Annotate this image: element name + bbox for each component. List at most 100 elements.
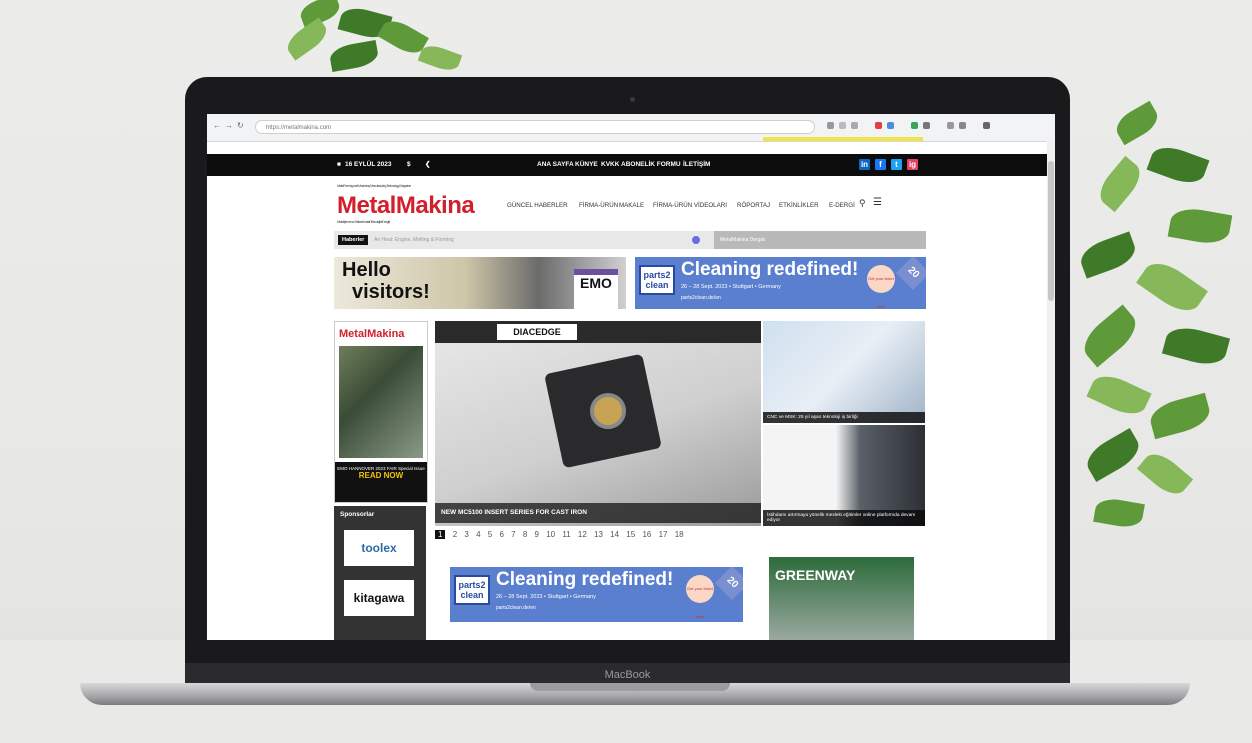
menu-edergi[interactable]: E-DERGİ bbox=[829, 202, 855, 209]
banner-url: parts2clean.de/en bbox=[496, 605, 536, 611]
facebook-icon[interactable]: f bbox=[875, 159, 886, 170]
extension-icon[interactable] bbox=[851, 122, 858, 129]
currency-symbol[interactable]: $ bbox=[407, 154, 411, 176]
toplink-kvkk[interactable]: KVKK bbox=[601, 154, 619, 176]
emo-banner[interactable]: Hello visitors! EMO bbox=[334, 257, 626, 309]
hero-header bbox=[435, 321, 761, 343]
parts2clean-banner-top[interactable]: parts2 clean Cleaning redefined! 26 – 28… bbox=[635, 257, 926, 309]
toplink-home[interactable]: ANA SAYFA bbox=[537, 154, 574, 176]
page-link[interactable]: 6 bbox=[499, 530, 503, 539]
page-link[interactable]: 15 bbox=[626, 530, 635, 539]
page-scrollbar[interactable] bbox=[1047, 141, 1055, 640]
reload-icon[interactable]: ↻ bbox=[237, 121, 244, 130]
ticker-dot-icon[interactable] bbox=[692, 236, 700, 244]
side-news-caption: CNC ve MSK: 25 yıl aşan teknoloji iş bir… bbox=[763, 412, 925, 423]
logo-tagline: Metal Forming and Machinery Manufacturin… bbox=[337, 184, 411, 188]
address-bar[interactable]: https://metalmakina.com bbox=[255, 120, 815, 134]
menu-current-news[interactable]: GÜNCEL HABERLER bbox=[507, 202, 568, 209]
extension-icon[interactable] bbox=[887, 122, 894, 129]
anniversary-badge: 20 bbox=[715, 567, 743, 600]
page-link[interactable]: 13 bbox=[594, 530, 603, 539]
banner-details: 26 – 28 Sept. 2023 • Stuttgart • Germany bbox=[496, 594, 596, 600]
page-link[interactable]: 10 bbox=[546, 530, 555, 539]
extension-icon[interactable] bbox=[839, 122, 846, 129]
read-now-button[interactable]: READ NOW bbox=[335, 471, 427, 480]
sponsor-toolex[interactable]: toolex bbox=[344, 530, 414, 566]
menu-icon[interactable] bbox=[983, 122, 990, 129]
sponsor-kitagawa[interactable]: kitagawa bbox=[344, 580, 414, 616]
menu-interview[interactable]: RÖPORTAJ bbox=[737, 202, 770, 209]
linkedin-icon[interactable]: in bbox=[859, 159, 870, 170]
magazine-footer: EMO HANNOVER 2023 FAIR Special Issue REA… bbox=[335, 462, 427, 502]
page-link[interactable]: 7 bbox=[511, 530, 515, 539]
page-link[interactable]: 12 bbox=[578, 530, 587, 539]
back-icon[interactable]: ← bbox=[213, 121, 221, 130]
extension-icon[interactable] bbox=[923, 122, 930, 129]
site-logo[interactable]: Metal Forming and Machinery Manufacturin… bbox=[337, 184, 475, 224]
extension-icon[interactable] bbox=[827, 122, 834, 129]
banner-details: 26 – 28 Sept. 2023 • Stuttgart • Germany bbox=[681, 284, 781, 290]
ticket-badge: Get your ticket now! bbox=[867, 265, 895, 309]
extension-icon[interactable] bbox=[911, 122, 918, 129]
sponsors-heading: Sponsorlar bbox=[340, 511, 375, 518]
greenway-banner[interactable]: GREENWAY bbox=[769, 557, 914, 640]
page-link[interactable]: 3 bbox=[464, 530, 468, 539]
greenway-text: GREENWAY bbox=[775, 567, 856, 583]
menu-article[interactable]: MAKALE bbox=[619, 202, 644, 209]
magazine-image bbox=[339, 346, 423, 458]
parts2clean-logo: parts2 clean bbox=[639, 265, 675, 295]
banner-headline: Cleaning redefined! bbox=[681, 259, 859, 280]
hamburger-icon[interactable]: ☰ bbox=[873, 197, 882, 208]
page-link[interactable]: 2 bbox=[453, 530, 457, 539]
page-link[interactable]: 11 bbox=[562, 530, 570, 539]
page-link[interactable]: 16 bbox=[642, 530, 651, 539]
search-icon[interactable]: ⚲ bbox=[859, 198, 866, 209]
toplink-kunye[interactable]: KÜNYE bbox=[575, 154, 598, 176]
current-date: 16 EYLÜL 2023 bbox=[345, 161, 392, 168]
logo-text: MetalMakina bbox=[337, 192, 475, 219]
magazine-cover[interactable]: MetalMakina EMO HANNOVER 2023 FAIR Speci… bbox=[334, 321, 428, 503]
news-ticker: Haberler Air Heat: Engine, Melting & For… bbox=[334, 231, 926, 249]
page-link[interactable]: 18 bbox=[675, 530, 684, 539]
page-link[interactable]: 17 bbox=[659, 530, 668, 539]
menu-events[interactable]: ETKİNLİKLER bbox=[779, 202, 819, 209]
parts2clean-banner-bottom[interactable]: parts2 clean Cleaning redefined! 26 – 28… bbox=[450, 567, 743, 622]
logo-subtagline: Metal İşleme ve Makina İmalat Teknolojil… bbox=[337, 220, 390, 224]
side-news-caption: İstihdamı artırmaya yönelik mesleki eğit… bbox=[763, 510, 925, 526]
banner-headline: Cleaning redefined! bbox=[496, 569, 674, 590]
screen: ← → ↻ https://metalmakina.com ■ 16 EYLÜL… bbox=[207, 114, 1055, 640]
side-news-item[interactable]: İstihdamı artırmaya yönelik mesleki eğit… bbox=[763, 425, 925, 526]
page-link[interactable]: 14 bbox=[610, 530, 619, 539]
menu-company-product[interactable]: FİRMA-ÜRÜN bbox=[579, 202, 618, 209]
extension-icon[interactable] bbox=[875, 122, 882, 129]
chevron-left-icon[interactable]: ❮ bbox=[425, 154, 430, 176]
toplink-contact[interactable]: İLETİŞİM bbox=[683, 154, 710, 176]
page-link[interactable]: 5 bbox=[488, 530, 492, 539]
page-link[interactable]: 1 bbox=[435, 530, 446, 539]
hero-slider[interactable]: DIACEDGE NEW MC5100 INSERT SERIES FOR CA… bbox=[435, 321, 761, 526]
magazine-title: MetalMakina bbox=[339, 328, 405, 340]
page-link[interactable]: 9 bbox=[535, 530, 539, 539]
extension-icon[interactable] bbox=[947, 122, 954, 129]
page-link[interactable]: 4 bbox=[476, 530, 480, 539]
emo-logo: EMO bbox=[574, 269, 618, 309]
scrollbar-thumb[interactable] bbox=[1048, 161, 1054, 301]
menu-company-videos[interactable]: FİRMA-ÜRÜN VİDEOLARI bbox=[653, 202, 727, 209]
hero-caption[interactable]: NEW MC5100 INSERT SERIES FOR CAST IRON bbox=[435, 503, 761, 523]
page-link[interactable]: 8 bbox=[523, 530, 527, 539]
toplink-subscription[interactable]: ABONELİK FORMU bbox=[621, 154, 681, 176]
site-topbar: ■ 16 EYLÜL 2023 $ ❮ ANA SAYFA KÜNYE KVKK… bbox=[207, 154, 1055, 176]
extension-icon[interactable] bbox=[959, 122, 966, 129]
hero-brand: DIACEDGE bbox=[497, 324, 577, 340]
ticker-text[interactable]: Air Heat: Engine, Melting & Forming bbox=[374, 235, 454, 245]
instagram-icon[interactable]: ig bbox=[907, 159, 918, 170]
ticket-badge: Get your ticket now! bbox=[686, 575, 714, 619]
browser-toolbar: ← → ↻ https://metalmakina.com bbox=[207, 114, 1055, 142]
emo-text: EMO bbox=[580, 275, 612, 291]
visitors-text: visitors! bbox=[352, 281, 430, 303]
ticker-right: MetalMakina Dergisi bbox=[714, 231, 926, 249]
forward-icon[interactable]: → bbox=[225, 121, 233, 130]
twitter-icon[interactable]: t bbox=[891, 159, 902, 170]
side-news-item[interactable]: CNC ve MSK: 25 yıl aşan teknoloji iş bir… bbox=[763, 321, 925, 423]
parts2clean-logo: parts2 clean bbox=[454, 575, 490, 605]
